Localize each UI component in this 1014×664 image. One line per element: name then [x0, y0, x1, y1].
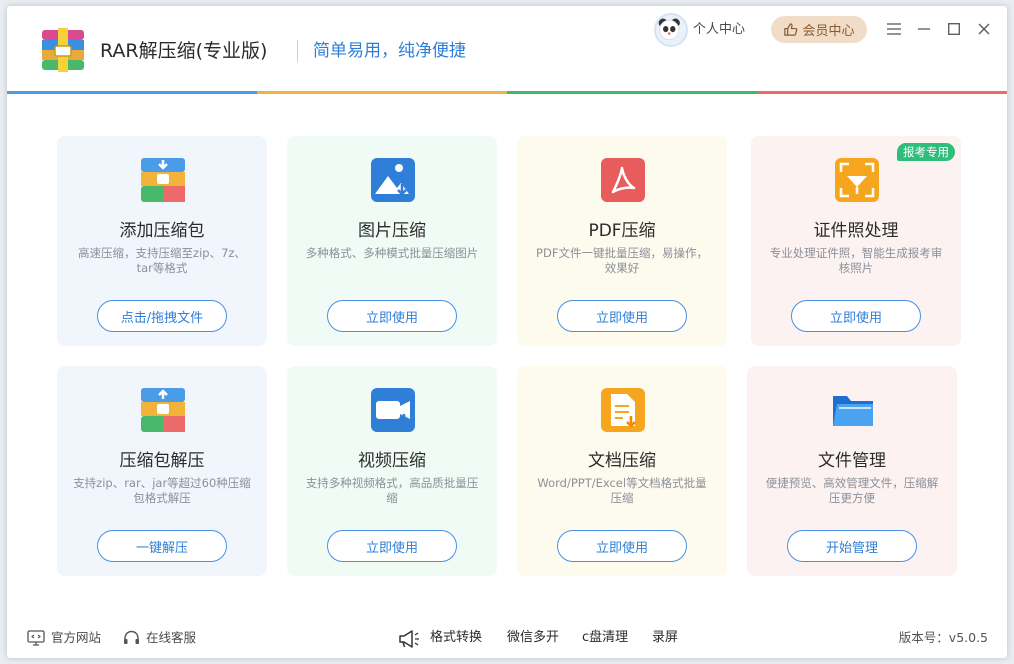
pdf-icon [601, 158, 645, 202]
document-compress-icon [601, 388, 645, 432]
video-compress-icon [371, 388, 415, 432]
card-title: 添加压缩包 [119, 221, 205, 241]
hamburger-menu-icon [887, 23, 901, 35]
maximize-button[interactable] [944, 19, 964, 39]
card-id-photo[interactable]: 报考专用 证件照处理 专业处理证件照，智能生成报考审核照片 立即使用 [751, 136, 961, 346]
folder-icon [833, 396, 873, 426]
app-window: RAR解压缩(专业版) 简单易用，纯净便捷 个人中心 会员中心 添加压缩包 高速… [7, 6, 1007, 658]
card-pdf-compress[interactable]: PDF压缩 PDF文件一键批量压缩，易操作，效果好 立即使用 [517, 136, 727, 346]
card-document-compress[interactable]: 文档压缩 Word/PPT/Excel等文档格式批量压缩 立即使用 [517, 366, 727, 576]
headset-icon [124, 630, 139, 644]
archive-add-icon [141, 158, 185, 202]
close-button[interactable] [974, 19, 994, 39]
image-compress-icon [371, 158, 415, 202]
card-description: 高速压缩，支持压缩至zip、7z、tar等格式 [78, 246, 246, 275]
footer-bar: 官方网站 在线客服 格式转换 微信多开 c盘清理 录屏 版本号：v5.0.5 [7, 618, 1007, 658]
accent-segment-red [757, 91, 1007, 94]
app-slogan: 简单易用，纯净便捷 [313, 41, 466, 61]
version-label: 版本号：v5.0.5 [898, 630, 988, 645]
megaphone-icon [399, 630, 419, 648]
card-extract-archive[interactable]: 压缩包解压 支持zip、rar、jar等超过60种压缩包格式解压 一键解压 [57, 366, 267, 576]
official-site-link[interactable]: 官方网站 [27, 628, 101, 648]
vip-center-button[interactable]: 会员中心 [771, 16, 867, 43]
video-compress-button[interactable]: 立即使用 [327, 530, 457, 562]
thumbs-up-icon [784, 23, 798, 36]
minimize-button[interactable] [914, 19, 934, 39]
id-photo-button[interactable]: 立即使用 [791, 300, 921, 332]
image-compress-button[interactable]: 立即使用 [327, 300, 457, 332]
close-icon [978, 23, 990, 35]
card-image-compress[interactable]: 图片压缩 多种格式、多种模式批量压缩图片 立即使用 [287, 136, 497, 346]
card-description: 多种格式、多种模式批量压缩图片 [305, 246, 479, 260]
card-title: 文件管理 [818, 451, 886, 471]
maximize-icon [948, 23, 960, 35]
card-add-archive[interactable]: 添加压缩包 高速压缩，支持压缩至zip、7z、tar等格式 点击/拖拽文件 [57, 136, 267, 346]
extract-archive-button[interactable]: 一键解压 [97, 530, 227, 562]
panda-avatar-icon [658, 18, 680, 41]
accent-segment-blue [7, 91, 257, 94]
user-center-link[interactable]: 个人中心 [693, 20, 745, 40]
online-service-label: 在线客服 [146, 630, 197, 645]
pdf-compress-button[interactable]: 立即使用 [557, 300, 687, 332]
card-description: PDF文件一键批量压缩，易操作，效果好 [536, 246, 708, 275]
format-convert-link[interactable]: 格式转换 [430, 628, 482, 648]
accent-segment-yellow [257, 91, 507, 94]
wechat-multi-link[interactable]: 微信多开 [507, 628, 559, 648]
online-service-link[interactable]: 在线客服 [123, 628, 196, 648]
accent-bar [7, 91, 1007, 94]
card-description: 支持多种视频格式，高品质批量压缩 [305, 476, 479, 505]
document-compress-button[interactable]: 立即使用 [557, 530, 687, 562]
id-photo-icon [835, 158, 879, 202]
c-drive-clean-link[interactable]: c盘清理 [582, 628, 628, 648]
file-manager-button[interactable]: 开始管理 [787, 530, 917, 562]
add-archive-button[interactable]: 点击/拖拽文件 [97, 300, 227, 332]
card-video-compress[interactable]: 视频压缩 支持多种视频格式，高品质批量压缩 立即使用 [287, 366, 497, 576]
card-title: 压缩包解压 [119, 451, 205, 471]
app-logo-icon [42, 28, 84, 72]
card-title: 文档压缩 [588, 451, 656, 471]
minimize-icon [918, 28, 930, 30]
title-bar: RAR解压缩(专业版) 简单易用，纯净便捷 个人中心 会员中心 [7, 6, 1007, 92]
user-avatar[interactable] [654, 13, 688, 47]
card-description: 专业处理证件照，智能生成报考审核照片 [769, 246, 943, 275]
card-title: PDF压缩 [588, 221, 656, 241]
screen-record-link[interactable]: 录屏 [652, 628, 678, 648]
card-file-manager[interactable]: 文件管理 便捷预览、高效管理文件，压缩解压更方便 开始管理 [747, 366, 957, 576]
monitor-icon [27, 630, 45, 646]
card-description: 便捷预览、高效管理文件，压缩解压更方便 [765, 476, 939, 505]
exam-badge: 报考专用 [897, 143, 955, 161]
official-site-label: 官方网站 [51, 630, 102, 645]
menu-button[interactable] [884, 19, 904, 39]
card-description: Word/PPT/Excel等文档格式批量压缩 [537, 476, 707, 505]
app-title: RAR解压缩(专业版) [100, 40, 268, 62]
card-title: 视频压缩 [358, 451, 426, 471]
card-description: 支持zip、rar、jar等超过60种压缩包格式解压 [73, 476, 251, 505]
archive-extract-icon [141, 388, 185, 432]
vip-center-label: 会员中心 [802, 24, 855, 39]
title-divider [297, 40, 298, 62]
card-title: 证件照处理 [813, 221, 899, 241]
accent-segment-green [507, 91, 757, 94]
card-title: 图片压缩 [358, 221, 426, 241]
